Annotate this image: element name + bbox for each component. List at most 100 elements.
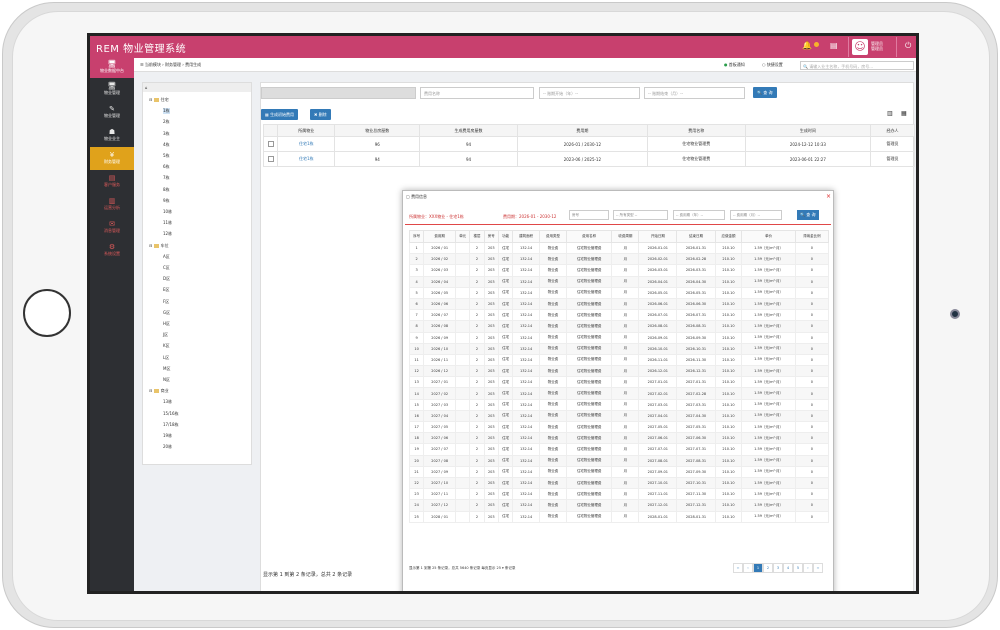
sidebar-item-7[interactable]: ⚙ 系统设置 xyxy=(90,239,134,262)
table-pager-info: 显示第 1 到第 2 条记录，总共 2 条记录 xyxy=(263,572,353,578)
tree-leaf[interactable]: 9栋 xyxy=(163,198,170,204)
tree-leaf[interactable]: 15/16栋 xyxy=(163,411,179,417)
top-search-input[interactable]: 🔍 请输入业主名称，手机号码，房号... xyxy=(800,61,914,70)
tree-leaf[interactable]: 19栋 xyxy=(163,433,172,439)
grid-icon[interactable]: ▦ xyxy=(901,110,907,117)
modal-column-header: 单价 xyxy=(741,230,796,243)
fee-name-field[interactable]: 费用名称 xyxy=(420,87,534,99)
row-checkbox[interactable] xyxy=(263,136,278,152)
tree-leaf[interactable]: 10栋 xyxy=(163,209,172,215)
modal-table-cell: 住宅 xyxy=(497,376,514,389)
sidebar-item-1[interactable]: ✎ 物业管理 xyxy=(90,101,134,124)
tree-leaf[interactable]: F区 xyxy=(163,299,169,305)
project-name-field[interactable] xyxy=(261,87,416,99)
tree-leaf[interactable]: 13栋 xyxy=(163,399,172,405)
tree-leaf-label: 9栋 xyxy=(163,197,170,203)
sidebar-item-6[interactable]: ✉ 消息管理 xyxy=(90,216,134,239)
table-cell[interactable]: 住宅1栋 xyxy=(276,136,336,152)
modal-table-cell: 住宅 xyxy=(497,499,514,512)
table-cell[interactable]: 住宅1栋 xyxy=(276,151,336,167)
modal-start-select[interactable]: -- 费用期（年）-- xyxy=(673,210,725,220)
power-icon[interactable]: ⏻ xyxy=(905,41,911,51)
modal-table-cell: 2027 / 05 xyxy=(423,420,457,434)
modal-table-cell: 0 xyxy=(794,264,830,277)
modal-table-cell: 2026 / 04 xyxy=(423,275,457,288)
tree-group[interactable]: ⊟ 住宅 xyxy=(149,97,169,103)
delete-button[interactable]: ✖ 删除 xyxy=(310,109,331,120)
tree-leaf[interactable]: L区 xyxy=(163,355,169,361)
sidebar-item-4[interactable]: ▤ 客户服务 xyxy=(90,170,134,193)
modal-table-cell: 月 xyxy=(611,432,640,445)
sidebar-item-label: 系统设置 xyxy=(104,251,120,256)
user-menu[interactable]: ☺ 管理员 管理员 xyxy=(848,37,897,57)
page-button[interactable]: ‹ xyxy=(743,563,753,573)
page-button[interactable]: ›› xyxy=(813,563,823,573)
tree-leaf[interactable]: 1栋 xyxy=(163,108,170,115)
checkbox[interactable] xyxy=(267,140,274,147)
columns-icon[interactable]: ▥ xyxy=(887,110,893,117)
modal-type-select[interactable]: -- 所有类型 -- xyxy=(613,210,668,220)
tree-leaf[interactable]: 4栋 xyxy=(163,142,170,148)
tree-leaf[interactable]: E区 xyxy=(163,287,170,293)
page-button[interactable]: › xyxy=(803,563,813,573)
table-row[interactable]: 住宅1栋 96 94 2026-01 / 2030-12 住宅物业管理费 2024-12-… xyxy=(263,136,915,152)
tree-leaf[interactable]: 11栋 xyxy=(163,220,172,226)
tree-leaf[interactable]: 3栋 xyxy=(163,131,170,137)
modal-table-cell: 月 xyxy=(611,331,640,344)
page-button[interactable]: 5 xyxy=(793,563,803,573)
modal-end-select[interactable]: -- 费用期（月）-- xyxy=(730,210,782,220)
tree-leaf[interactable]: G区 xyxy=(163,310,170,316)
tree-leaf[interactable]: D区 xyxy=(163,276,170,282)
tree-group[interactable]: ⊟ 车位 xyxy=(149,243,169,249)
tree-leaf[interactable]: 7栋 xyxy=(163,175,170,181)
sidebar-item-2[interactable]: ☗ 物业业主 xyxy=(90,124,134,147)
tree-leaf[interactable]: 12栋 xyxy=(163,231,172,237)
checkbox[interactable] xyxy=(267,155,274,162)
page-button[interactable]: 4 xyxy=(783,563,793,573)
period-start-select[interactable]: -- 账期开始（年）-- xyxy=(539,87,640,99)
modal-table-cell: 物业费 xyxy=(539,342,567,355)
close-icon[interactable]: × xyxy=(826,193,831,200)
tree-leaf[interactable]: 6栋 xyxy=(163,164,170,170)
page-button[interactable]: 1 xyxy=(753,563,763,573)
search-button[interactable]: 🔍 查 询 xyxy=(753,87,777,98)
tree-leaf[interactable]: M区 xyxy=(163,366,170,372)
tree-leaf[interactable]: J区 xyxy=(163,332,168,338)
sidebar-item-5[interactable]: ▥ 运营分析 xyxy=(90,193,134,216)
radio-quick[interactable]: ○ 快捷设置 xyxy=(762,62,783,68)
tree-group[interactable]: ⊟ 商业 xyxy=(149,388,169,394)
sidebar-header[interactable]: 🖥 物业数据中台 xyxy=(90,58,134,78)
sidebar-item-3[interactable]: ¥ 财务管理 xyxy=(90,147,134,170)
tree-leaf[interactable]: A区 xyxy=(163,254,170,260)
message-icon[interactable]: ▤ xyxy=(830,41,838,50)
tree-leaf[interactable]: C区 xyxy=(163,265,170,271)
tree-leaf[interactable]: 17/18栋 xyxy=(163,422,179,428)
row-checkbox[interactable] xyxy=(263,151,278,167)
tree-leaf[interactable]: 2栋 xyxy=(163,119,170,125)
page-button[interactable]: 3 xyxy=(773,563,783,573)
tree-leaf[interactable]: K区 xyxy=(163,343,170,349)
generate-fee-button[interactable]: ▦ 生成初始费用 xyxy=(261,109,299,120)
tree-leaf[interactable]: 20栋 xyxy=(163,444,172,450)
tree-leaf[interactable]: 5栋 xyxy=(163,153,170,159)
breadcrumb: ☰ 当前模块 › 财务管理 › 费用生成 xyxy=(140,62,202,67)
tree-header[interactable]: ⌂ xyxy=(143,83,251,92)
modal-search-button[interactable]: 🔍 查 询 xyxy=(797,210,819,220)
sidebar-item-0[interactable]: 🖥 物业管理 xyxy=(90,78,134,101)
column-header: 经办人 xyxy=(870,124,915,137)
page-button[interactable]: 2 xyxy=(763,563,773,573)
modal-table-cell: 住宅物业管理费 xyxy=(565,286,613,299)
home-button[interactable] xyxy=(23,289,71,337)
modal-room-input[interactable]: 房号 xyxy=(569,210,609,220)
period-end-select[interactable]: -- 账期结束（月）-- xyxy=(644,87,745,99)
modal-table-cell: 2026 / 10 xyxy=(423,342,457,355)
modal-table-cell: 3 xyxy=(408,264,425,277)
modal-table-cell: 1.59（元/m²·月） xyxy=(741,499,796,512)
tree-leaf[interactable]: H区 xyxy=(163,321,170,327)
tree-leaf[interactable]: N区 xyxy=(163,377,170,383)
table-row[interactable]: 住宅1栋 94 94 2023-06 / 2025-12 住宅物业管理费 2023-06-… xyxy=(263,151,915,167)
page-button[interactable]: ‹‹ xyxy=(733,563,743,573)
radio-notify[interactable]: ● 首板通知 xyxy=(724,62,745,68)
tree-leaf[interactable]: 8栋 xyxy=(163,187,170,193)
bell-icon[interactable]: 🔔 xyxy=(802,41,812,50)
